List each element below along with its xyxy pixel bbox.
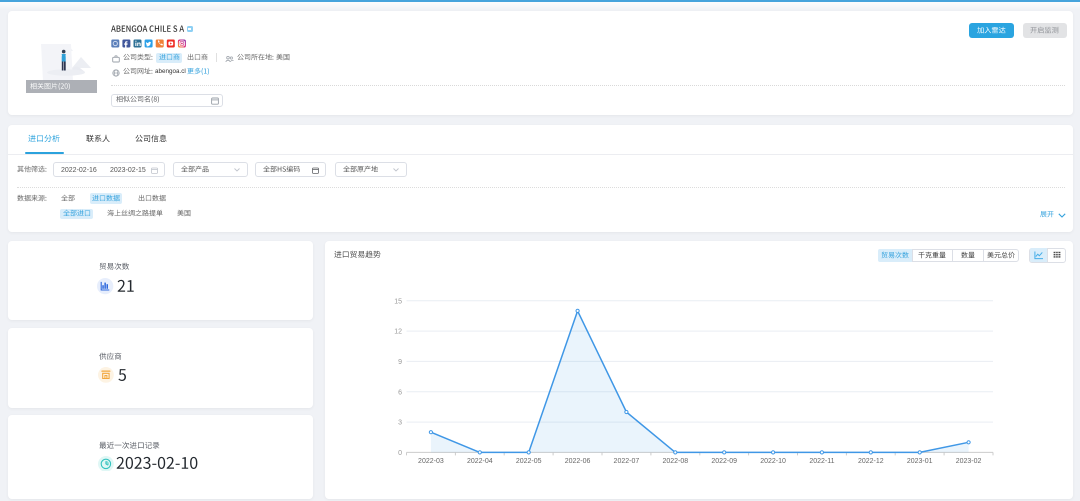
svg-text:0: 0 [398, 450, 402, 457]
svg-text:2023-01: 2023-01 [907, 458, 933, 465]
svg-text:2022-04: 2022-04 [467, 458, 493, 465]
svg-text:2022-08: 2022-08 [662, 458, 688, 465]
svg-text:2022-11: 2022-11 [809, 458, 834, 465]
svg-text:2022-07: 2022-07 [614, 458, 640, 465]
svg-text:2023-02: 2023-02 [956, 458, 982, 465]
svg-text:2022-03: 2022-03 [418, 458, 444, 465]
svg-text:6: 6 [398, 389, 402, 396]
svg-text:2022-09: 2022-09 [711, 458, 737, 465]
svg-text:2022-06: 2022-06 [565, 458, 591, 465]
svg-text:2022-12: 2022-12 [858, 458, 884, 465]
svg-text:2022-10: 2022-10 [760, 458, 786, 465]
svg-text:2022-05: 2022-05 [516, 458, 542, 465]
svg-text:9: 9 [398, 359, 402, 366]
svg-text:15: 15 [394, 298, 402, 305]
svg-text:12: 12 [394, 329, 402, 336]
svg-text:3: 3 [398, 420, 402, 427]
